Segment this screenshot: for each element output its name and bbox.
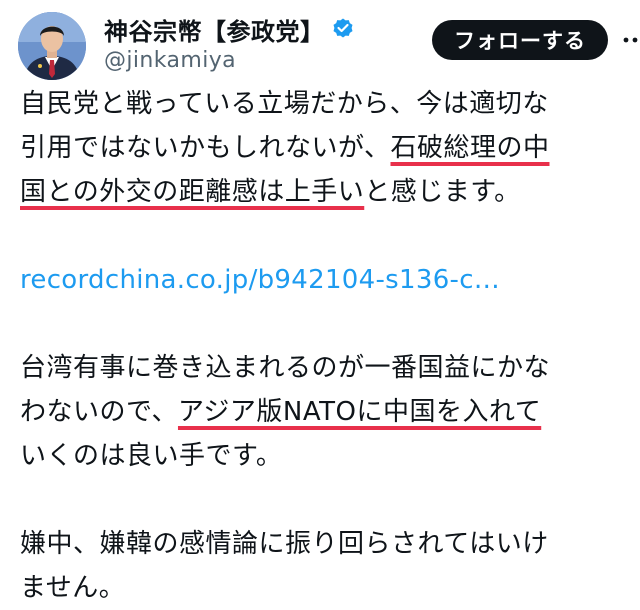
highlighted-text: 石破総理の中 [390, 133, 550, 163]
tweet-line: 国との外交の距離感は上手いと感じます。 [20, 170, 630, 214]
tweet-text: 自民党と戦っている立場だから、今は適切な 引用ではないかもしれないが、石破総理の… [20, 82, 630, 610]
verified-badge-icon [331, 17, 355, 41]
profile-photo-icon [18, 12, 86, 80]
author-handle[interactable]: @jinkamiya [104, 48, 355, 73]
tweet-text-segment: ません。 [20, 573, 126, 603]
tweet-line: recordchina.co.jp/b942104-s136-c… [20, 258, 630, 302]
tweet-header: 神谷宗幣【参政党】 @jinkamiya フォローする [0, 0, 640, 90]
name-row: 神谷宗幣【参政党】 [104, 12, 355, 46]
tweet-text-segment: 嫌中、嫌韓の感情論に振り回らされてはいけ [20, 529, 549, 559]
follow-button[interactable]: フォローする [432, 20, 608, 60]
tweet-line: いくのは良い手です。 [20, 434, 630, 478]
tweet-line: 自民党と戦っている立場だから、今は適切な [20, 82, 630, 126]
tweet-text-segment: わないので、 [20, 397, 178, 427]
highlighted-text: 国との外交の距離感は上手い [20, 177, 365, 207]
tweet-text-segment: と感じます。 [364, 177, 521, 207]
highlighted-text: アジア版NATOに中国を入れて [177, 397, 542, 427]
tweet-text-segment: 台湾有事に巻き込まれるのが一番国益にかな [20, 353, 551, 383]
tweet-text-segment: 自民党と戦っている立場だから、今は適切な [20, 89, 549, 119]
tweet-line: 引用ではないかもしれないが、石破総理の中 [20, 126, 630, 170]
tweet-line: 台湾有事に巻き込まれるのが一番国益にかな [20, 346, 630, 390]
avatar[interactable] [18, 12, 86, 80]
tweet-text-segment: いくのは良い手です。 [20, 441, 283, 471]
tweet-line: ません。 [20, 566, 630, 610]
tweet-text-segment: 引用ではないかもしれないが、 [20, 133, 391, 163]
more-options-icon[interactable] [618, 30, 640, 50]
tweet-line: 嫌中、嫌韓の感情論に振り回らされてはいけ [20, 522, 630, 566]
article-link[interactable]: recordchina.co.jp/b942104-s136-c… [20, 265, 500, 295]
author-display-name[interactable]: 神谷宗幣【参政党】 [104, 12, 325, 47]
author-info[interactable]: 神谷宗幣【参政党】 @jinkamiya [104, 12, 355, 73]
tweet-line: わないので、アジア版NATOに中国を入れて [20, 390, 630, 434]
